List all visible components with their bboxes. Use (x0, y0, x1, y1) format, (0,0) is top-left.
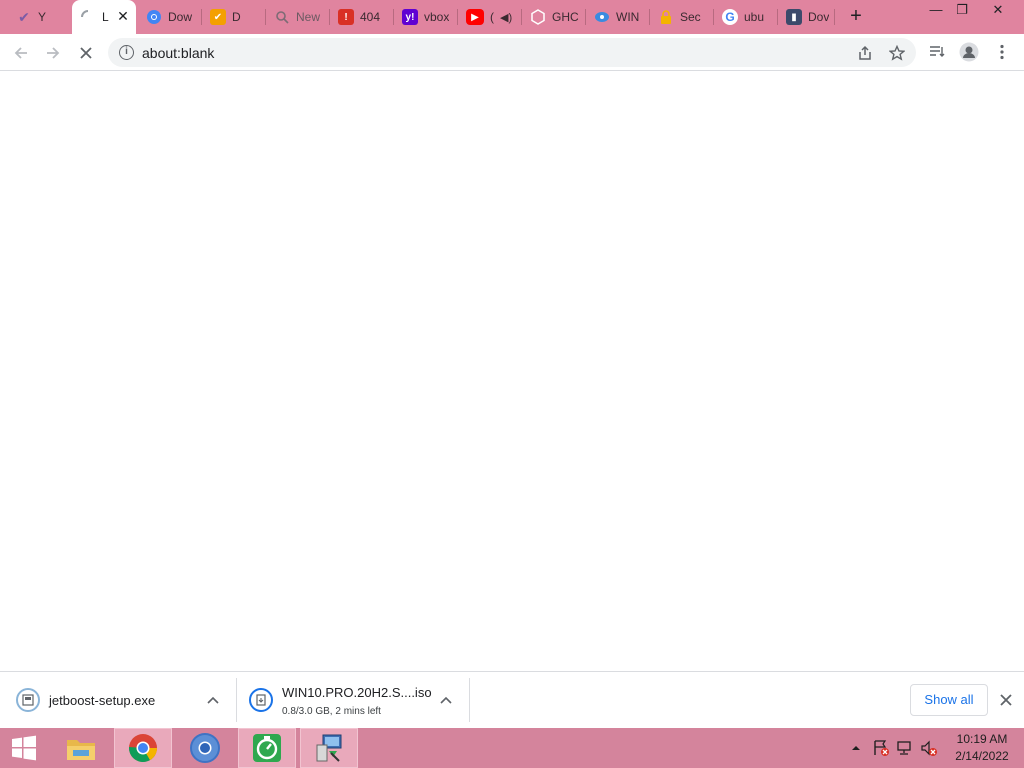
tab-title: L (102, 10, 109, 24)
tab-divider (834, 9, 835, 25)
chrome-icon (146, 9, 162, 25)
browser-toolbar: i about:blank (0, 34, 1024, 71)
volume-muted-icon (921, 740, 937, 756)
chromium-icon (190, 733, 220, 763)
chevron-up-icon[interactable] (205, 692, 221, 708)
flag-alert-icon (874, 740, 889, 756)
network-icon (897, 741, 911, 755)
download-item[interactable]: WIN10.PRO.20H2.S....iso 0.8/3.0 GB, 2 mi… (237, 678, 469, 724)
tab-2[interactable]: Dow (138, 4, 200, 30)
tab-title: GHC (552, 10, 579, 24)
hexagon-icon (530, 9, 546, 25)
tab-8[interactable]: GHC (522, 4, 584, 30)
close-icon (80, 47, 92, 59)
action-center-flag[interactable] (870, 728, 892, 768)
tab-title: 404 (360, 10, 381, 24)
tab-title: ubu (744, 10, 765, 24)
taskbar-chrome[interactable] (114, 728, 172, 768)
tab-11[interactable]: G ubu (714, 4, 776, 30)
check-icon: ✔ (18, 8, 30, 25)
taskbar-chromium[interactable] (176, 728, 234, 768)
windows-logo-icon (12, 735, 36, 761)
tab-title: WIN (616, 10, 640, 24)
progress-ring-icon (249, 688, 273, 712)
back-button[interactable] (9, 41, 33, 65)
google-icon: G (722, 9, 738, 25)
profile-avatar-icon[interactable] (958, 41, 980, 63)
address-bar[interactable]: i about:blank (108, 38, 916, 67)
more-menu-icon[interactable] (991, 41, 1013, 63)
reading-list-icon[interactable] (926, 41, 948, 63)
taskbar-timer-app[interactable] (238, 728, 296, 768)
info-icon[interactable]: i (119, 45, 134, 60)
tab-title: Dow (168, 10, 193, 24)
close-icon[interactable] (998, 692, 1014, 708)
download-progress-text: 0.8/3.0 GB, 2 mins left (282, 706, 381, 717)
search-icon (274, 9, 290, 25)
show-all-downloads-button[interactable]: Show all (910, 684, 988, 716)
tab-4[interactable]: New (266, 4, 328, 30)
chevron-up-icon[interactable] (438, 692, 454, 708)
clock-time: 10:19 AM (956, 732, 1008, 746)
installer-file-icon (16, 688, 40, 712)
tab-9[interactable]: WIN (586, 4, 648, 30)
arrow-right-icon (47, 47, 60, 59)
error-page-icon: ! (338, 9, 354, 25)
windows-taskbar: 10:19 AM 2/14/2022 (0, 728, 1024, 768)
tab-title: D (232, 10, 241, 24)
timer-icon (253, 734, 281, 762)
download-filename: WIN10.PRO.20H2.S....iso (282, 685, 432, 700)
start-button[interactable] (0, 728, 48, 768)
tab-title: Sec (680, 10, 701, 24)
taskbar-file-explorer[interactable] (52, 728, 110, 768)
youtube-icon: ▶ (466, 9, 484, 25)
tab-title: vbox (424, 10, 450, 24)
tab-12[interactable]: ▮ Dov (778, 4, 834, 30)
download-item[interactable]: jetboost-setup.exe (0, 678, 236, 724)
chrome-icon (129, 734, 157, 762)
tab-1-active[interactable]: L ✕ (72, 0, 136, 34)
tab-6[interactable]: y! vbox (394, 4, 456, 30)
check-icon: ✔ (210, 9, 226, 25)
page-content[interactable] (0, 71, 1024, 671)
volume-control[interactable] (918, 728, 940, 768)
tab-7[interactable]: ▶ ( ◀) (458, 4, 520, 30)
tab-0[interactable]: ✔ Y (8, 4, 70, 30)
download-filename: jetboost-setup.exe (49, 693, 156, 708)
book-icon: ▮ (786, 9, 802, 25)
address-text[interactable]: about:blank (142, 45, 214, 61)
system-clock[interactable]: 10:19 AM 2/14/2022 (946, 731, 1018, 765)
tab-title: Dov (808, 10, 830, 24)
close-window-button[interactable]: ✕ (981, 0, 1015, 22)
tab-title: New (296, 10, 321, 24)
lock-icon (658, 9, 674, 25)
tab-title: Y (38, 10, 47, 24)
tab-3[interactable]: ✔ D (202, 4, 264, 30)
tab-strip: ✔ Y L ✕ Dow ✔ D New ! 404 y! vbox ▶ (◀)… (0, 0, 1024, 34)
file-explorer-icon (67, 740, 95, 760)
network-status[interactable] (894, 728, 916, 768)
arrow-left-icon (14, 47, 27, 59)
chevron-up-icon (852, 746, 860, 750)
loading-spinner-icon (80, 9, 96, 25)
yahoo-icon: y! (402, 9, 418, 25)
forward-button[interactable] (41, 41, 65, 65)
bookmark-star-icon[interactable] (886, 42, 908, 64)
download-divider (469, 678, 470, 722)
close-tab-icon[interactable]: ✕ (116, 9, 130, 23)
restore-button[interactable]: ❐ (945, 0, 979, 22)
new-tab-button[interactable]: + (846, 6, 866, 27)
download-shelf: jetboost-setup.exe WIN10.PRO.20H2.S....i… (0, 671, 1024, 728)
stop-loading-button[interactable] (74, 41, 98, 65)
tab-title: ( (490, 10, 494, 24)
audio-playing-icon[interactable]: ◀) (500, 11, 512, 24)
share-icon[interactable] (854, 42, 876, 64)
tab-10[interactable]: Sec (650, 4, 712, 30)
show-hidden-icons-button[interactable] (848, 728, 864, 768)
clock-date: 2/14/2022 (955, 749, 1009, 763)
eye-icon (594, 9, 610, 25)
tab-5[interactable]: ! 404 (330, 4, 392, 30)
taskbar-installer[interactable] (300, 728, 358, 768)
installer-icon (316, 734, 342, 762)
